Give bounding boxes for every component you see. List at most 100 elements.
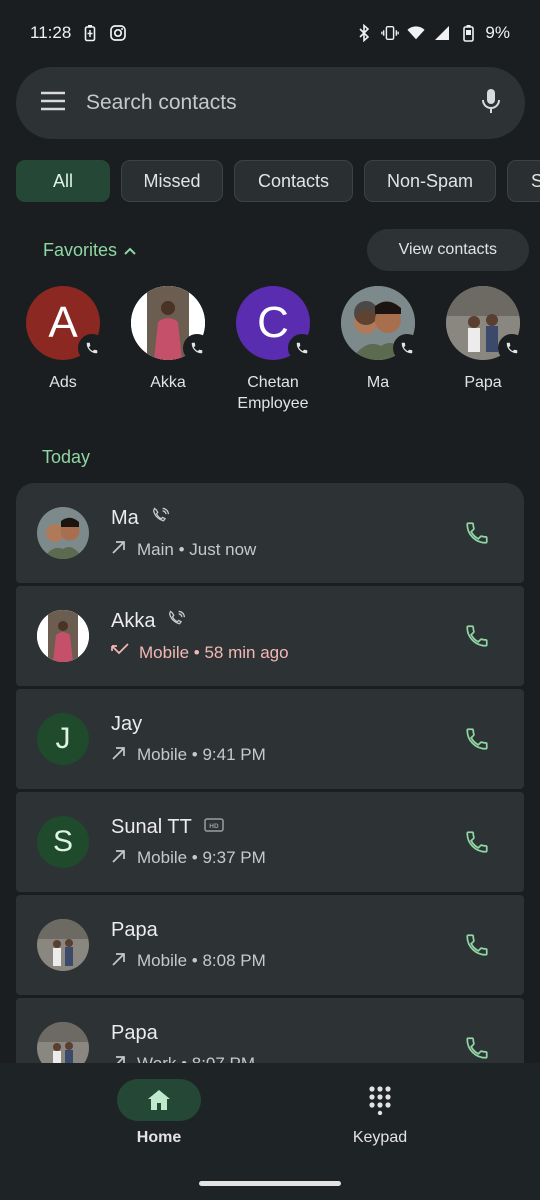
avatar — [37, 919, 89, 971]
clock: 11:28 — [30, 23, 72, 42]
call-details: Mobile • 58 min ago — [139, 642, 289, 662]
favorite-ma[interactable]: Ma — [323, 286, 433, 393]
favorite-name: Akka — [150, 374, 186, 391]
chip-overflow[interactable]: S — [507, 160, 540, 202]
contact-name: Papa — [111, 1021, 158, 1044]
svg-text:HD: HD — [209, 823, 219, 830]
view-contacts-button[interactable]: View contacts — [366, 229, 529, 271]
avatar: J — [37, 713, 89, 765]
favorites-label: Favorites — [43, 239, 118, 260]
signal-icon — [433, 24, 451, 42]
nav-home-pill[interactable] — [117, 1079, 201, 1121]
section-header-today: Today — [42, 447, 91, 467]
outgoing-call-icon — [111, 539, 127, 560]
contact-photo-icon — [37, 1022, 89, 1063]
favorite-ads[interactable]: A Ads — [8, 286, 118, 393]
call-log-item[interactable]: Akka Mobile • 58 min ago — [16, 586, 524, 686]
favorite-akka[interactable]: Akka — [113, 286, 223, 393]
avatar — [37, 507, 89, 559]
instagram-icon — [109, 24, 127, 42]
nav-keypad-pill[interactable] — [338, 1079, 422, 1121]
favorites-row: A Ads Akka C Chetan Employee Ma Papa — [0, 286, 540, 416]
chip-all[interactable]: All — [16, 160, 110, 202]
favorites-header: Favorites View contacts — [0, 228, 540, 272]
favorite-name: Ma — [366, 374, 390, 391]
call-button[interactable] — [462, 827, 492, 857]
gesture-handle[interactable] — [199, 1181, 341, 1186]
nav-keypad[interactable]: Keypad — [320, 1079, 440, 1147]
search-bar[interactable]: Search contacts — [16, 67, 525, 139]
call-log-item[interactable]: Ma Main • Just now — [16, 483, 524, 583]
favorites-toggle[interactable]: Favorites — [43, 240, 137, 261]
call-log-list[interactable]: Ma Main • Just now Akka Mobile • 58 min … — [16, 483, 524, 1063]
avatar — [446, 286, 526, 362]
phone-icon — [466, 934, 488, 956]
call-details: Mobile • 9:41 PM — [137, 745, 266, 764]
chip-missed[interactable]: Missed — [121, 160, 223, 202]
call-details: Mobile • 8:08 PM — [137, 951, 266, 970]
phone-icon — [78, 334, 106, 362]
avatar-initial: A — [48, 298, 78, 347]
avatar — [131, 286, 211, 362]
call-log-item[interactable]: J Jay Mobile • 9:41 PM — [16, 689, 524, 789]
menu-icon[interactable] — [40, 91, 66, 116]
wifi-call-icon — [167, 609, 187, 633]
call-details: Mobile • 9:37 PM — [137, 848, 266, 867]
contact-name: Jay — [111, 712, 143, 735]
outgoing-call-icon — [111, 1054, 127, 1063]
call-button[interactable] — [462, 1033, 492, 1063]
phone-icon — [466, 1037, 488, 1059]
call-button[interactable] — [462, 518, 492, 548]
outgoing-call-icon — [111, 848, 127, 869]
call-log-item[interactable]: Papa Mobile • 8:08 PM — [16, 895, 524, 995]
chip-non-spam[interactable]: Non-Spam — [364, 160, 496, 202]
contact-name: Sunal TT — [111, 815, 192, 838]
bluetooth-icon — [355, 24, 373, 42]
battery-saver-icon — [81, 24, 99, 42]
avatar: S — [37, 816, 89, 868]
call-button[interactable] — [462, 930, 492, 960]
microphone-icon[interactable] — [481, 87, 501, 120]
favorite-chetan[interactable]: C Chetan Employee — [218, 286, 328, 414]
phone-icon — [466, 831, 488, 853]
dialpad-icon — [369, 1086, 391, 1115]
battery-icon — [459, 24, 477, 42]
call-button[interactable] — [462, 621, 492, 651]
contact-name: Ma — [111, 506, 139, 529]
chip-contacts[interactable]: Contacts — [234, 160, 353, 202]
wifi-call-icon — [151, 506, 171, 530]
outgoing-call-icon — [111, 745, 127, 766]
favorite-name: Papa — [464, 374, 502, 391]
wifi-icon — [407, 24, 425, 42]
call-log-item[interactable]: S Sunal TT HD Mobile • 9:37 PM — [16, 792, 524, 892]
favorite-name: Chetan Employee — [237, 374, 309, 412]
call-log-item[interactable]: Papa Work • 8:07 PM — [16, 998, 524, 1063]
nav-home[interactable]: Home — [99, 1079, 219, 1147]
search-input[interactable]: Search contacts — [86, 91, 481, 115]
phone-icon — [466, 625, 488, 647]
avatar-initial: C — [257, 298, 289, 347]
phone-icon — [498, 334, 526, 362]
contact-photo-icon — [37, 919, 89, 971]
contact-photo-icon — [37, 610, 89, 662]
avatar — [37, 1022, 89, 1063]
home-icon — [148, 1090, 170, 1110]
phone-icon — [183, 334, 211, 362]
avatar-initial: S — [52, 825, 73, 858]
contact-photo-icon — [37, 507, 89, 559]
favorite-name: Ads — [49, 374, 77, 391]
filter-chips: All Missed Contacts Non-Spam S — [16, 160, 540, 203]
bottom-navigation: Home Keypad — [0, 1063, 540, 1200]
phone-icon — [466, 522, 488, 544]
call-details: Main • Just now — [137, 539, 257, 559]
hd-icon: HD — [204, 816, 224, 839]
favorite-papa[interactable]: Papa — [428, 286, 538, 393]
status-bar: 11:28 9% — [0, 0, 540, 66]
call-button[interactable] — [462, 724, 492, 754]
contact-name: Papa — [111, 918, 158, 941]
outgoing-call-icon — [111, 951, 127, 972]
vibrate-icon — [381, 24, 400, 42]
avatar — [37, 610, 89, 662]
avatar-initial: J — [55, 722, 71, 755]
avatar: A — [26, 286, 106, 362]
